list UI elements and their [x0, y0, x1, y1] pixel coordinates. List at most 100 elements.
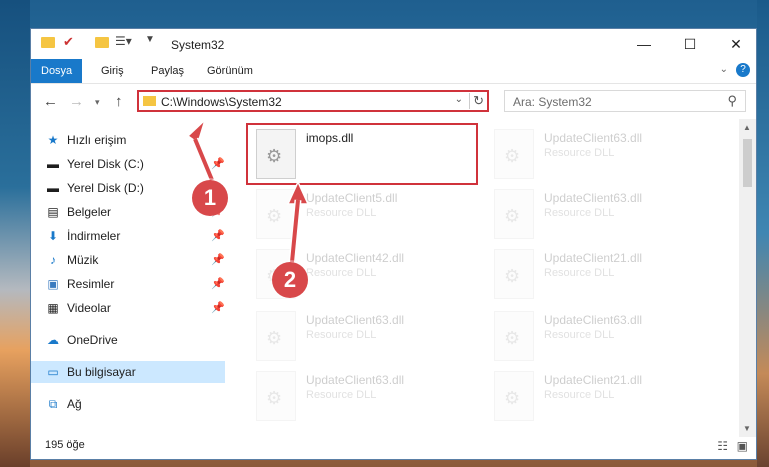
videos-icon: ▦ [47, 301, 59, 315]
file-item[interactable]: UpdateClient21.dll Resource DLL [494, 369, 714, 427]
sidebar-item-music[interactable]: ♪ Müzik 📌 [45, 249, 225, 271]
item-count: 195 öğe [45, 439, 85, 451]
status-bar: 195 öğe ☷ ▣ [31, 435, 756, 457]
star-icon: ★ [47, 133, 59, 147]
annotation-badge-2: 2 [272, 262, 308, 298]
desktop-background-left [0, 0, 30, 467]
maximize-button[interactable]: ☐ [667, 29, 713, 59]
tab-paylas[interactable]: Paylaş [141, 59, 194, 83]
sidebar-item-label: Belgeler [67, 205, 112, 219]
scroll-down-icon[interactable]: ▼ [743, 424, 751, 433]
address-bar[interactable]: C:\Windows\System32 ⌄ ↻ [137, 90, 489, 112]
dll-file-icon [494, 249, 534, 299]
expand-ribbon-icon[interactable]: ⌄ [720, 64, 728, 75]
download-icon: ⬇ [47, 229, 59, 243]
onedrive-icon: ☁ [47, 333, 59, 347]
back-arrow-icon[interactable]: ← [43, 93, 58, 110]
sidebar-item-network[interactable]: ⧉ Ağ [45, 393, 225, 415]
file-name: UpdateClient63.dll [544, 313, 643, 327]
dll-file-icon [494, 189, 534, 239]
new-folder-icon[interactable] [95, 37, 109, 48]
customize-toolbar-icon[interactable]: ☰▾ [115, 34, 132, 48]
sidebar-item-label: Bu bilgisayar [67, 365, 136, 379]
folder-icon [143, 96, 156, 106]
sidebar-item-label: Müzik [67, 253, 99, 267]
tab-gorunum[interactable]: Görünüm [197, 59, 263, 83]
pictures-icon: ▣ [47, 277, 59, 291]
large-icons-view-icon[interactable]: ▣ [737, 439, 748, 453]
sidebar-item-this-pc[interactable]: ▭ Bu bilgisayar [31, 361, 225, 383]
file-type: Resource DLL [306, 267, 377, 279]
file-name: UpdateClient63.dll [306, 373, 405, 387]
file-type: Resource DLL [544, 329, 615, 341]
sidebar-item-disk-c[interactable]: ▬ Yerel Disk (C:) 📌 [45, 153, 225, 175]
pin-icon: 📌 [211, 278, 225, 290]
title-bar: ✔ ☰▾ ▼ System32 — ☐ ✕ [31, 29, 756, 59]
tab-giris[interactable]: Giriş [91, 59, 134, 83]
vertical-scrollbar[interactable]: ▲ ▼ [739, 119, 756, 437]
recent-locations-icon[interactable]: ▾ [95, 97, 100, 108]
refresh-icon[interactable]: ↻ [469, 93, 484, 109]
minimize-button[interactable]: — [621, 29, 667, 59]
address-dropdown-icon[interactable]: ⌄ [455, 94, 463, 105]
file-item[interactable]: UpdateClient63.dll Resource DLL [256, 309, 476, 367]
file-name: UpdateClient63.dll [544, 131, 643, 145]
search-icon[interactable]: ⚲ [727, 93, 737, 109]
tab-dosya[interactable]: Dosya [31, 59, 83, 83]
explorer-window: ✔ ☰▾ ▼ System32 — ☐ ✕ Dosya Giriş Paylaş… [30, 28, 757, 460]
dll-file-icon [494, 129, 534, 179]
music-icon: ♪ [50, 253, 56, 267]
file-type: Resource DLL [306, 207, 377, 219]
computer-icon: ▭ [47, 365, 59, 379]
dll-file-icon [494, 311, 534, 361]
close-button[interactable]: ✕ [713, 29, 759, 59]
file-item[interactable]: UpdateClient63.dll Resource DLL [494, 309, 714, 367]
search-box[interactable]: Ara: System32 ⚲ [504, 90, 746, 112]
ribbon-tabs: Dosya Giriş Paylaş Görünüm ⌄ ? [31, 59, 756, 84]
forward-arrow-icon[interactable]: → [69, 93, 84, 110]
network-icon: ⧉ [48, 397, 58, 411]
dropdown-arrow-icon[interactable]: ▼ [145, 34, 155, 45]
file-item[interactable]: UpdateClient5.dll Resource DLL [256, 187, 476, 245]
file-name: UpdateClient21.dll [544, 251, 643, 265]
file-type: Resource DLL [544, 267, 615, 279]
pin-icon: 📌 [211, 158, 225, 170]
properties-icon[interactable]: ✔ [63, 34, 74, 50]
file-item[interactable]: UpdateClient21.dll Resource DLL [494, 247, 714, 305]
navigation-pane: ★ Hızlı erişim ▬ Yerel Disk (C:) 📌 ▬ Yerel … [31, 125, 225, 435]
file-name: UpdateClient5.dll [306, 191, 398, 205]
desktop-background-right [757, 0, 769, 467]
sidebar-item-quick-access[interactable]: ★ Hızlı erişim [45, 129, 225, 151]
file-type: Resource DLL [544, 389, 615, 401]
sidebar-item-label: Ağ [67, 397, 82, 411]
dll-file-icon [256, 189, 296, 239]
pin-icon: 📌 [211, 302, 225, 314]
file-item[interactable]: UpdateClient63.dll Resource DLL [256, 369, 476, 427]
drive-icon: ▬ [47, 157, 59, 171]
file-item[interactable]: UpdateClient63.dll Resource DLL [494, 187, 714, 245]
file-item[interactable]: UpdateClient63.dll Resource DLL [494, 127, 714, 185]
scroll-thumb[interactable] [743, 139, 752, 187]
documents-icon: ▤ [47, 205, 59, 219]
annotation-badge-1: 1 [192, 180, 228, 216]
sidebar-item-downloads[interactable]: ⬇ İndirmeler 📌 [45, 225, 225, 247]
sidebar-item-label: Yerel Disk (D:) [67, 181, 144, 195]
file-type: Resource DLL [544, 207, 615, 219]
sidebar-item-label: Videolar [67, 301, 111, 315]
search-input[interactable]: Ara: System32 [513, 95, 592, 109]
sidebar-item-label: OneDrive [67, 333, 118, 347]
sidebar-item-videos[interactable]: ▦ Videolar 📌 [45, 297, 225, 319]
sidebar-item-onedrive[interactable]: ☁ OneDrive [45, 329, 225, 351]
up-arrow-icon[interactable]: ↑ [115, 93, 123, 110]
pin-icon: 📌 [211, 254, 225, 266]
file-name: UpdateClient63.dll [544, 191, 643, 205]
sidebar-item-pictures[interactable]: ▣ Resimler 📌 [45, 273, 225, 295]
file-name: UpdateClient63.dll [306, 313, 405, 327]
address-path[interactable]: C:\Windows\System32 [161, 95, 282, 109]
dll-file-icon [256, 311, 296, 361]
details-view-icon[interactable]: ☷ [717, 439, 728, 453]
pin-icon: 📌 [211, 230, 225, 242]
help-icon[interactable]: ? [736, 63, 750, 77]
scroll-up-icon[interactable]: ▲ [743, 123, 751, 132]
sidebar-item-label: Yerel Disk (C:) [67, 157, 144, 171]
